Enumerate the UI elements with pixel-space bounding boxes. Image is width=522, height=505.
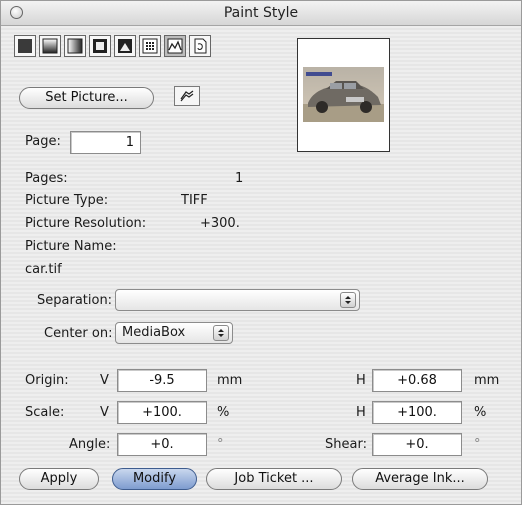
separation-popup[interactable] [115,289,360,311]
page-curl-icon[interactable] [189,35,211,57]
shear-unit: ° [474,437,481,452]
origin-h-unit: mm [474,373,500,388]
set-picture-button[interactable]: Set Picture... [19,87,154,109]
pages-label: Pages: [25,171,68,186]
apply-button[interactable]: Apply [19,468,99,490]
page-field[interactable]: 1 [70,131,141,154]
scale-h-unit: % [474,405,487,420]
swap-icon[interactable] [174,86,200,106]
picture-resolution-value: +300. [200,216,240,231]
job-ticket-button[interactable]: Job Ticket ... [206,468,342,490]
average-ink-button[interactable]: Average Ink... [352,468,488,490]
picture-name-value: car.tif [25,262,62,277]
shear-field[interactable]: +0. [372,433,462,456]
modify-button[interactable]: Modify [112,468,197,490]
scale-v-unit: % [217,405,230,420]
scale-h-field[interactable]: +100. [372,401,462,424]
scale-h-label: H [356,405,366,420]
paint-style-window: Paint Style Set Picture... Page: 1 Pages… [0,0,522,505]
origin-h-label: H [356,373,366,388]
picture-fill-icon[interactable] [164,35,186,57]
origin-v-unit: mm [217,373,243,388]
picture-type-value: TIFF [181,193,208,208]
solid-fill-icon[interactable] [14,35,36,57]
angle-label: Angle: [69,437,111,452]
origin-v-label: V [100,373,109,388]
page-label: Page: [25,134,61,149]
separation-label: Separation: [37,293,113,308]
origin-h-field[interactable]: +0.68 [372,369,462,392]
horizontal-gradient-icon[interactable] [64,35,86,57]
picture-resolution-label: Picture Resolution: [25,216,147,231]
shear-label: Shear: [325,437,367,452]
angle-field[interactable]: +0. [117,433,207,456]
scale-label: Scale: [25,405,65,420]
origin-label: Origin: [25,373,69,388]
pattern-fill-icon[interactable] [139,35,161,57]
radial-gradient-icon[interactable] [114,35,136,57]
origin-v-field[interactable]: -9.5 [117,369,207,392]
picture-type-label: Picture Type: [25,193,109,208]
center-on-label: Center on: [44,326,113,341]
scale-v-label: V [100,405,109,420]
popup-arrows-icon [340,292,356,308]
window-title: Paint Style [223,5,299,21]
center-on-value: MediaBox [122,325,186,340]
center-on-popup[interactable]: MediaBox [115,322,233,344]
picture-preview [297,38,390,152]
scale-v-field[interactable]: +100. [117,401,207,424]
car-thumbnail [303,67,384,122]
pages-value: 1 [235,171,244,186]
angle-unit: ° [217,437,224,452]
linear-gradient-icon[interactable] [39,35,61,57]
picture-name-label: Picture Name: [25,239,117,254]
popup-arrows-icon [213,325,229,341]
title-bar[interactable]: Paint Style [1,1,521,26]
rectangular-gradient-icon[interactable] [89,35,111,57]
